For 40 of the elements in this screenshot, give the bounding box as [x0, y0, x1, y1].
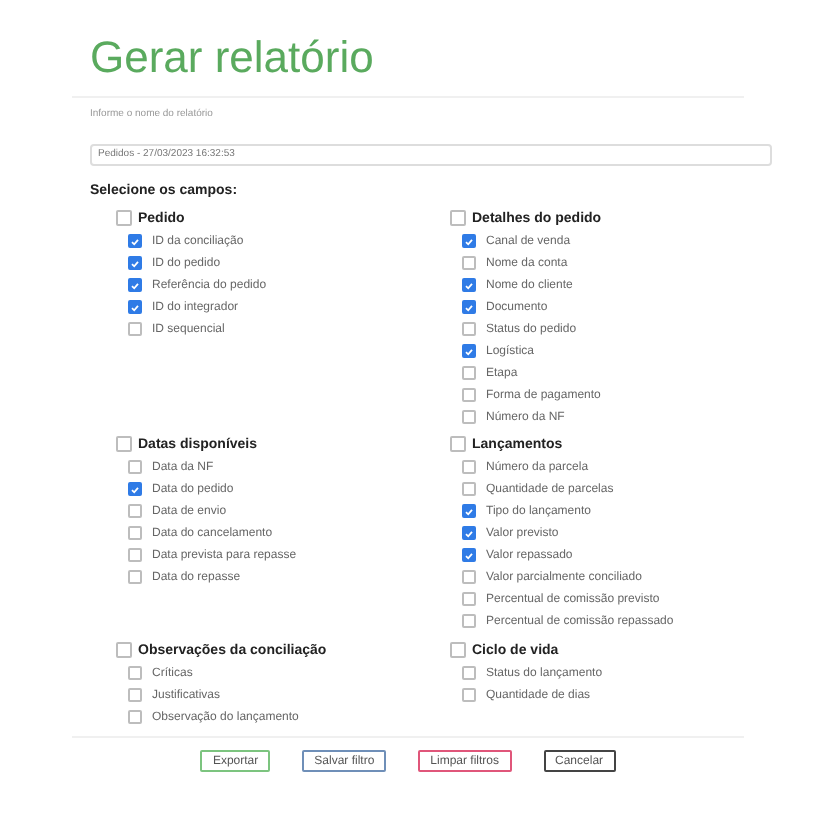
checkbox[interactable] [128, 548, 142, 562]
checkbox[interactable] [128, 526, 142, 540]
checkbox[interactable] [450, 642, 466, 658]
checkbox[interactable] [128, 710, 142, 724]
checkbox[interactable] [128, 300, 142, 314]
checkbox[interactable] [116, 436, 132, 452]
checkbox[interactable] [128, 482, 142, 496]
checkbox[interactable] [462, 592, 476, 606]
page-title: Gerar relatório [90, 36, 376, 86]
checkbox[interactable] [116, 642, 132, 658]
checkbox[interactable] [450, 210, 466, 226]
checkbox[interactable] [128, 322, 142, 336]
checkbox[interactable] [462, 666, 476, 680]
checkbox[interactable] [128, 234, 142, 248]
checkbox[interactable] [462, 570, 476, 584]
checkbox[interactable] [128, 666, 142, 680]
checkbox[interactable] [462, 410, 476, 424]
checkbox[interactable] [462, 256, 476, 270]
checkbox[interactable] [116, 210, 132, 226]
checkbox[interactable] [462, 526, 476, 540]
checkbox[interactable] [462, 278, 476, 292]
checkbox[interactable] [462, 300, 476, 314]
checkbox[interactable] [462, 504, 476, 518]
checkbox[interactable] [462, 482, 476, 496]
checkbox[interactable] [128, 504, 142, 518]
checkbox[interactable] [462, 614, 476, 628]
checkbox[interactable] [462, 234, 476, 248]
checkbox[interactable] [462, 322, 476, 336]
checkbox[interactable] [128, 278, 142, 292]
checkbox[interactable] [462, 388, 476, 402]
checkbox[interactable] [128, 256, 142, 270]
checkbox[interactable] [128, 688, 142, 702]
checkbox[interactable] [462, 548, 476, 562]
checkbox[interactable] [462, 460, 476, 474]
checkbox[interactable] [450, 436, 466, 452]
checkbox[interactable] [128, 460, 142, 474]
checkbox[interactable] [462, 366, 476, 380]
checkbox[interactable] [462, 688, 476, 702]
checkbox[interactable] [128, 570, 142, 584]
checkbox[interactable] [462, 344, 476, 358]
